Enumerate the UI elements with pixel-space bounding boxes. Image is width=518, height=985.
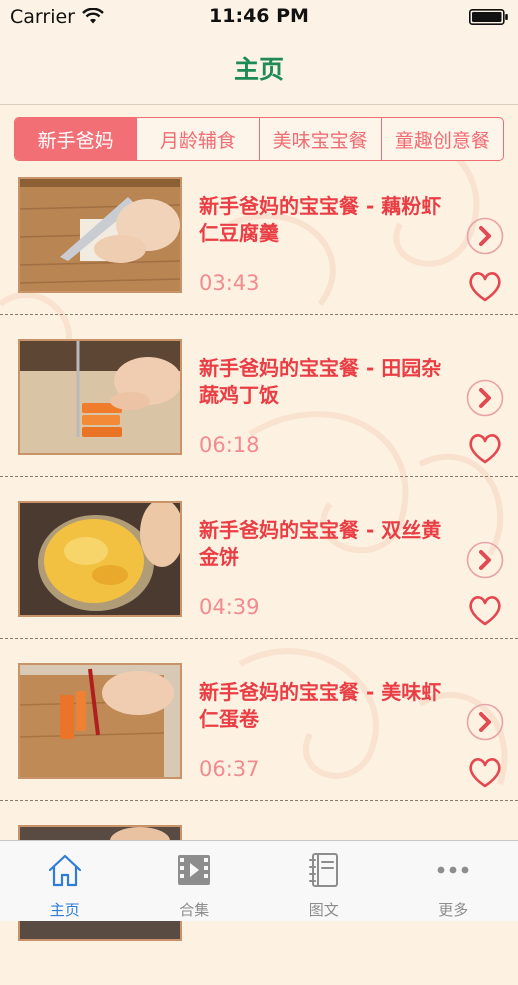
tab-articles[interactable]: 图文 <box>259 841 389 921</box>
row-divider <box>0 476 518 477</box>
video-title[interactable]: 新手爸妈的宝宝餐 - 藕粉虾仁豆腐羹 <box>199 193 461 247</box>
video-thumbnail[interactable] <box>18 177 182 293</box>
status-bar: Carrier 11:46 PM <box>0 0 518 34</box>
segment-monthly-food[interactable]: 月龄辅食 <box>136 118 258 160</box>
video-duration: 03:43 <box>199 271 260 295</box>
video-title[interactable]: 新手爸妈的宝宝餐 - 田园杂蔬鸡丁饭 <box>199 355 461 409</box>
video-thumbnail[interactable] <box>18 501 182 617</box>
video-row[interactable]: 新手爸妈的宝宝餐 - 美味虾仁蛋卷 06:37 <box>0 661 518 823</box>
tab-label: 更多 <box>389 899 518 920</box>
heart-icon[interactable] <box>468 757 502 789</box>
heart-icon[interactable] <box>468 271 502 303</box>
heart-icon[interactable] <box>468 433 502 465</box>
video-duration: 06:18 <box>199 433 260 457</box>
video-thumbnail[interactable] <box>18 339 182 455</box>
segment-creative-meals[interactable]: 童趣创意餐 <box>381 118 503 160</box>
video-row[interactable]: 新手爸妈的宝宝餐 - 田园杂蔬鸡丁饭 06:18 <box>0 337 518 499</box>
tab-label: 主页 <box>0 899 130 920</box>
video-row[interactable]: 新手爸妈的宝宝餐 - 双丝黄金饼 04:39 <box>0 499 518 661</box>
video-title[interactable]: 新手爸妈的宝宝餐 - 双丝黄金饼 <box>199 517 461 571</box>
chevron-right-icon[interactable] <box>466 379 504 417</box>
row-divider <box>0 800 518 801</box>
video-row[interactable]: 新手爸妈的宝宝餐 - 藕粉虾仁豆腐羹 03:43 <box>0 175 518 337</box>
tab-label: 合集 <box>130 899 260 920</box>
navigation-bar: 主页 <box>0 34 518 105</box>
chevron-right-icon[interactable] <box>466 703 504 741</box>
category-segmented-control: 新手爸妈 月龄辅食 美味宝宝餐 童趣创意餐 <box>14 117 504 161</box>
video-thumbnail[interactable] <box>18 663 182 779</box>
video-title[interactable]: 新手爸妈的宝宝餐 - 美味虾仁蛋卷 <box>199 679 461 733</box>
page-title: 主页 <box>0 50 518 86</box>
tab-home[interactable]: 主页 <box>0 841 130 921</box>
heart-icon[interactable] <box>468 595 502 627</box>
row-divider <box>0 314 518 315</box>
tab-bar: 主页 合集 图文 <box>0 840 518 921</box>
chevron-right-icon[interactable] <box>466 217 504 255</box>
segment-new-parents[interactable]: 新手爸妈 <box>15 118 136 160</box>
tab-label: 图文 <box>259 899 389 920</box>
film-icon <box>175 851 213 889</box>
more-icon <box>434 851 472 889</box>
video-duration: 06:37 <box>199 757 260 781</box>
tab-collection[interactable]: 合集 <box>130 841 260 921</box>
battery-icon <box>469 9 509 25</box>
segment-tasty-meals[interactable]: 美味宝宝餐 <box>259 118 381 160</box>
video-duration: 04:39 <box>199 595 260 619</box>
row-divider <box>0 638 518 639</box>
clock: 11:46 PM <box>0 5 518 27</box>
chevron-right-icon[interactable] <box>466 541 504 579</box>
notebook-icon <box>305 851 343 889</box>
home-icon <box>46 851 84 889</box>
tab-more[interactable]: 更多 <box>389 841 518 921</box>
